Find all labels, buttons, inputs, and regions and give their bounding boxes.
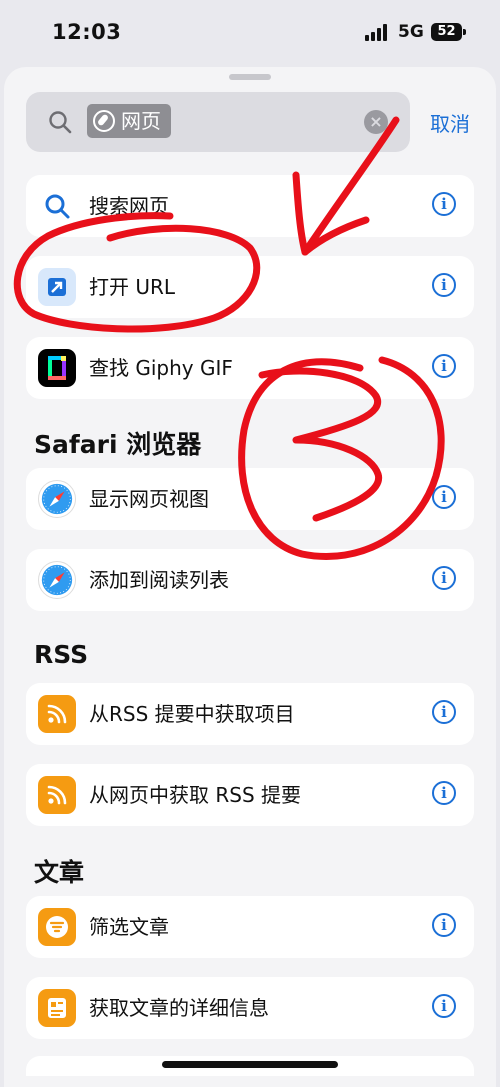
list-item-label: 搜索网页 [89, 194, 169, 218]
battery-icon: 52 [431, 23, 466, 41]
list-item-label: 获取文章的详细信息 [89, 996, 269, 1020]
section-title-safari: Safari 浏览器 [34, 430, 202, 459]
info-icon[interactable]: i [432, 700, 456, 724]
search-field[interactable]: 网页 × [26, 92, 410, 152]
info-icon[interactable]: i [432, 994, 456, 1018]
info-icon[interactable]: i [432, 913, 456, 937]
list-item[interactable]: 搜索网页 i [26, 175, 474, 237]
list-item[interactable]: 获取文章的详细信息 i [26, 977, 474, 1039]
status-bar: 12:03 5G 52 [0, 0, 500, 62]
home-indicator[interactable] [162, 1061, 338, 1068]
list-item[interactable]: 添加到阅读列表 i [26, 549, 474, 611]
list-item[interactable]: 从RSS 提要中获取项目 i [26, 683, 474, 745]
signal-icon [365, 23, 393, 41]
search-token[interactable]: 网页 [87, 104, 171, 138]
info-icon[interactable]: i [432, 192, 456, 216]
list-item-label: 显示网页视图 [89, 487, 209, 511]
cancel-button[interactable]: 取消 [430, 108, 470, 137]
magnifier-icon [38, 187, 76, 225]
list-item-label: 查找 Giphy GIF [89, 356, 233, 380]
info-icon[interactable]: i [432, 273, 456, 297]
list-item[interactable]: 显示网页视图 i [26, 468, 474, 530]
list-item-label: 打开 URL [89, 275, 176, 299]
list-item-label: 从RSS 提要中获取项目 [89, 702, 295, 726]
safari-icon [38, 480, 76, 518]
section-title-articles: 文章 [34, 858, 85, 887]
search-icon [49, 111, 72, 134]
safari-icon [38, 561, 76, 599]
status-time: 12:03 [52, 20, 122, 44]
info-icon[interactable]: i [432, 566, 456, 590]
info-icon[interactable]: i [432, 485, 456, 509]
list-item-label: 筛选文章 [89, 915, 169, 939]
list-item[interactable]: 打开 URL i [26, 256, 474, 318]
open-url-icon [38, 268, 76, 306]
list-item[interactable]: 查找 Giphy GIF i [26, 337, 474, 399]
network-type: 5G [398, 22, 424, 42]
search-token-label: 网页 [121, 109, 161, 133]
compass-icon [93, 110, 115, 132]
clear-search-icon[interactable]: × [364, 110, 388, 134]
info-icon[interactable]: i [432, 781, 456, 805]
sheet-grabber[interactable] [229, 74, 271, 80]
info-icon[interactable]: i [432, 354, 456, 378]
article-detail-icon [38, 989, 76, 1027]
list-item-label: 从网页中获取 RSS 提要 [89, 783, 302, 807]
article-filter-icon [38, 908, 76, 946]
rss-icon [38, 776, 76, 814]
list-item[interactable]: 筛选文章 i [26, 896, 474, 958]
section-title-rss: RSS [34, 640, 89, 669]
rss-icon [38, 695, 76, 733]
list-item[interactable]: 从网页中获取 RSS 提要 i [26, 764, 474, 826]
list-item-label: 添加到阅读列表 [89, 568, 229, 592]
giphy-icon [38, 349, 76, 387]
